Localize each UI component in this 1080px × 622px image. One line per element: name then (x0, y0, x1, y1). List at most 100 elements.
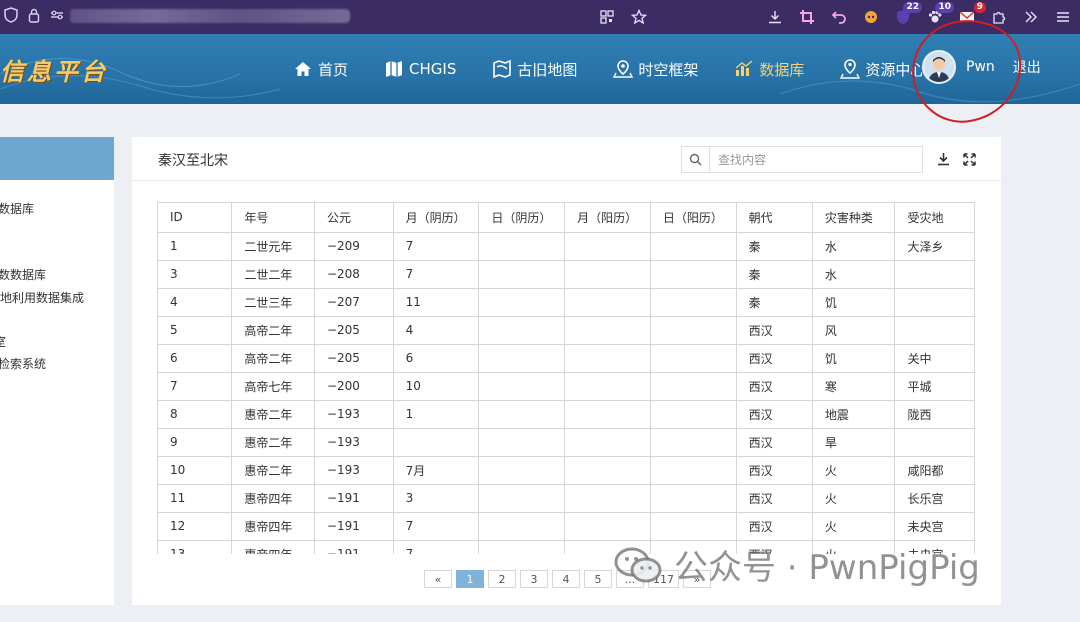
table-cell: 西汉 (736, 484, 813, 513)
table-cell (478, 344, 566, 373)
table-cell (478, 260, 566, 289)
table-row[interactable]: 7 高帝七年 −200 10 西汉寒平城 (158, 372, 975, 401)
table-cell (478, 288, 566, 317)
nav-database[interactable]: 数据库 (734, 59, 804, 80)
table-cell (650, 316, 737, 345)
bookmark-star-icon[interactable] (630, 8, 648, 26)
table-cell: 惠帝四年 (231, 512, 315, 541)
table-cell (478, 232, 566, 261)
fox-extension-icon[interactable] (862, 8, 880, 26)
sidebar-item[interactable]: 室 (0, 333, 6, 350)
table-cell (478, 512, 566, 541)
table-cell: 西汉 (736, 512, 813, 541)
nav-chgis[interactable]: CHGIS (384, 59, 456, 79)
page-button[interactable]: 2 (488, 570, 516, 588)
table-cell (650, 456, 737, 485)
table-row[interactable]: 8 惠帝二年 −193 1 西汉 地震 陇西 (158, 400, 975, 429)
table-cell: 高帝七年 (231, 372, 315, 401)
column-header[interactable]: ID (158, 203, 233, 233)
nav-home[interactable]: 首页 (293, 59, 348, 80)
nav-old-maps[interactable]: 古旧地图 (492, 59, 577, 80)
column-header[interactable]: 朝代 (736, 203, 813, 233)
ublock-extension-icon[interactable]: 22 (894, 2, 922, 26)
table-cell: 6 (393, 344, 480, 373)
chevron-right-double-icon[interactable] (1022, 8, 1040, 26)
column-header[interactable]: 日（阴历） (478, 203, 566, 233)
search-icon[interactable] (682, 147, 710, 172)
table-row[interactable]: 9 惠帝二年 −193 西汉旱 (158, 428, 975, 457)
table-row[interactable]: 3 二世二年 −208 7 秦水 (158, 260, 975, 289)
table-cell (650, 372, 737, 401)
page-button[interactable]: 3 (520, 570, 548, 588)
table-cell: 饥 (812, 288, 896, 317)
table-cell: −191 (314, 484, 394, 513)
column-header[interactable]: 受灾地 (894, 203, 975, 233)
shield-icon[interactable] (4, 7, 18, 27)
sidebar-item[interactable]: 检索系统 (0, 355, 46, 372)
table-cell: −205 (314, 316, 394, 345)
sidebar-item[interactable]: 地利用数据集成 (0, 289, 84, 306)
table-cell: 5 (158, 316, 233, 345)
extension-badge: 10 (935, 2, 954, 13)
bar-chart-icon (735, 60, 753, 76)
column-header[interactable]: 年号 (231, 203, 315, 233)
sidebar-item[interactable]: 数数据库 (0, 266, 46, 283)
extensions-puzzle-icon[interactable] (990, 8, 1008, 26)
sidebar: 数据库 数数据库 地利用数据集成 室 检索系统 (0, 137, 114, 605)
table-row[interactable]: 10 惠帝二年 −193 7月 西汉火咸阳都 (158, 456, 975, 485)
download-icon[interactable] (766, 8, 784, 26)
table-cell (650, 260, 737, 289)
table-row[interactable]: 6 高帝二年 −205 6 西汉饥关中 (158, 344, 975, 373)
table-cell: −193 (314, 428, 394, 457)
data-table-container[interactable]: ID 年号 公元 月（阴历） 日（阴历） 月（阳历） 日（阳历） 朝代 灾害种类 受灾地 1 二世元… (157, 202, 975, 554)
qr-code-icon[interactable] (598, 8, 616, 26)
table-row[interactable]: 1 二世元年 −209 7 秦水大泽乡 (158, 232, 975, 261)
undo-extension-icon[interactable] (830, 8, 848, 26)
search-box (681, 146, 923, 173)
column-header[interactable]: 灾害种类 (812, 203, 896, 233)
table-cell: 秦 (736, 288, 813, 317)
table-cell (564, 428, 651, 457)
site-title: 信息平台 (0, 57, 108, 86)
permissions-icon[interactable] (50, 9, 64, 25)
page-button[interactable]: 5 (584, 570, 612, 588)
column-header[interactable]: 月（阴历） (393, 203, 480, 233)
table-cell (650, 484, 737, 513)
table-row[interactable]: 12 惠帝四年 −191 7 西汉火未央宫 (158, 512, 975, 541)
page-button[interactable]: 4 (552, 570, 580, 588)
table-row[interactable]: 4 二世三年 −207 11 秦饥 (158, 288, 975, 317)
table-cell: 12 (158, 512, 233, 541)
address-bar[interactable] (70, 9, 350, 23)
table-cell: 火 (812, 456, 896, 485)
table-row[interactable]: 11 惠帝四年 −191 3 西汉火长乐宫 (158, 484, 975, 513)
paw-extension-icon[interactable]: 10 (926, 2, 954, 26)
sidebar-item[interactable]: 数据库 (0, 200, 34, 217)
table-row[interactable]: 5 高帝二年 −205 4 西汉风 (158, 316, 975, 345)
table-cell: 西汉 (736, 372, 813, 401)
hamburger-menu-icon[interactable] (1054, 8, 1072, 26)
page-button[interactable]: 1 (456, 570, 484, 588)
table-cell (650, 400, 737, 429)
lock-icon[interactable] (28, 8, 40, 27)
table-cell: −200 (314, 372, 394, 401)
table-cell: 关中 (894, 344, 975, 373)
nav-label: 古旧地图 (517, 60, 578, 79)
prev-page-button[interactable]: « (424, 570, 452, 588)
table-cell: 3 (393, 484, 480, 513)
nav-label: 数据库 (759, 60, 805, 79)
panel-divider (132, 180, 1001, 181)
search-input[interactable] (710, 147, 910, 172)
column-header[interactable]: 日（阳历） (650, 203, 737, 233)
nav-spatiotemporal[interactable]: 时空框架 (613, 59, 698, 80)
table-cell: 西汉 (736, 400, 813, 429)
table-cell (564, 456, 651, 485)
table-cell: 咸阳都 (894, 456, 975, 485)
column-header[interactable]: 公元 (314, 203, 394, 233)
fullscreen-button[interactable] (960, 150, 978, 168)
download-button[interactable] (934, 150, 952, 168)
table-cell: −193 (314, 400, 394, 429)
column-header[interactable]: 月（阳历） (564, 203, 651, 233)
sidebar-active-item[interactable] (0, 137, 114, 180)
table-cell: 10 (158, 456, 233, 485)
crop-extension-icon[interactable] (798, 8, 816, 26)
